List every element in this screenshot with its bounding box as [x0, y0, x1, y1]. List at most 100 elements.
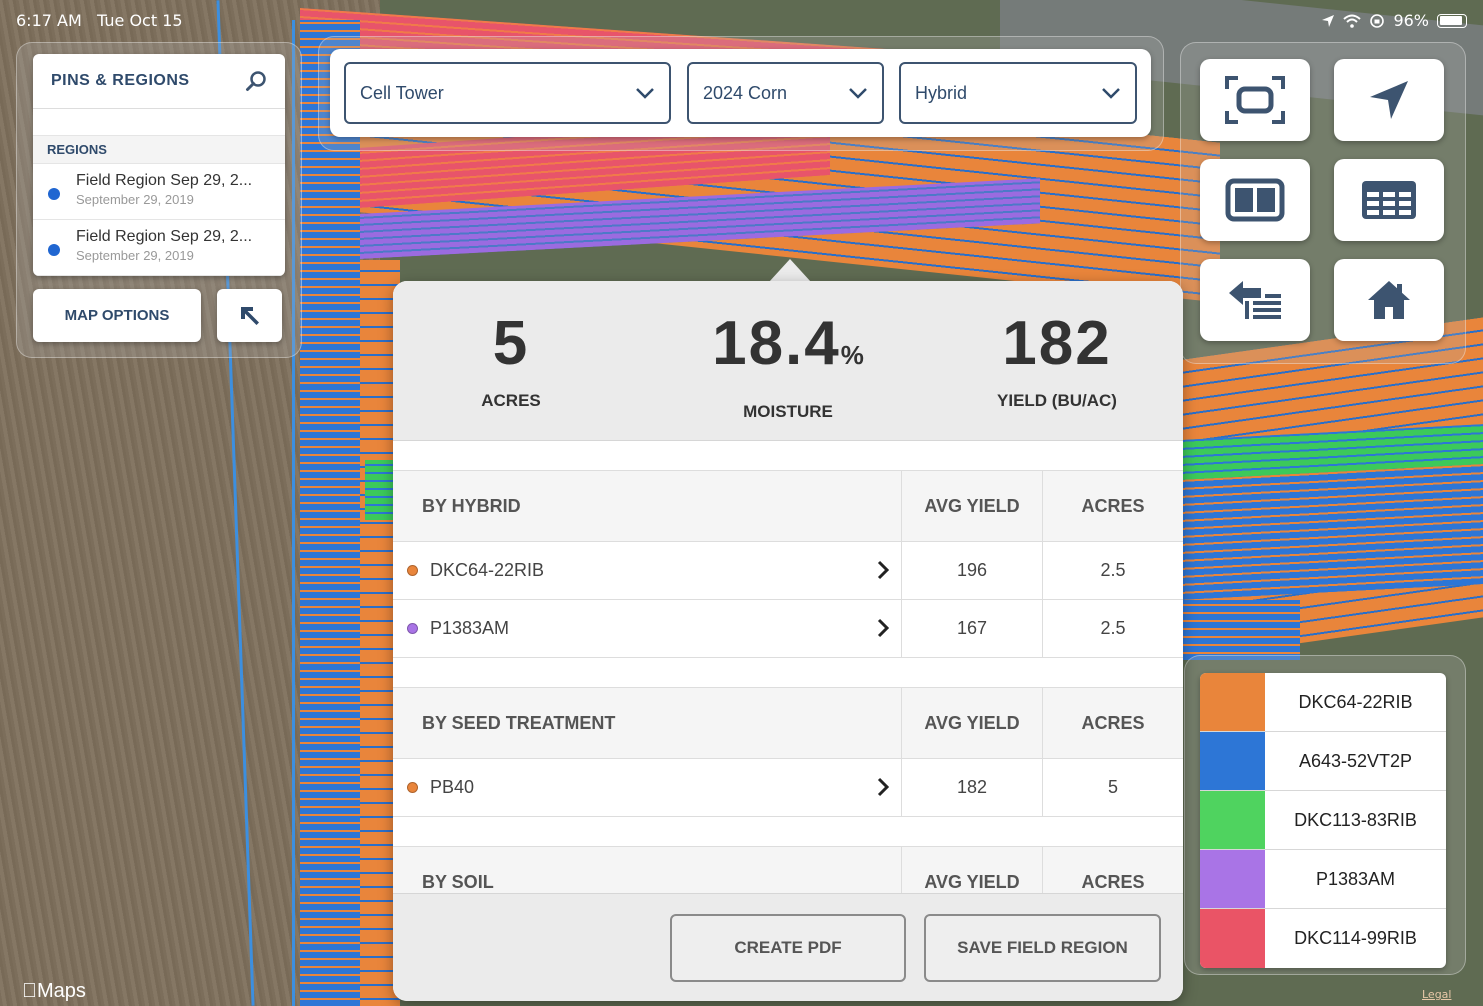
collapse-panel-button[interactable]	[217, 289, 282, 342]
by-hybrid-header: BY HYBRID	[393, 471, 902, 541]
home-button[interactable]	[1334, 259, 1444, 341]
moisture-value: 18.4%	[712, 309, 864, 378]
arrow-up-left-icon	[240, 306, 259, 325]
legend-label: DKC114-99RIB	[1294, 928, 1417, 948]
layer-select-value: Hybrid	[915, 82, 968, 103]
split-view-icon	[1225, 178, 1285, 222]
avg-yield-header: AVG YIELD	[902, 471, 1043, 541]
legal-link[interactable]: Legal	[1422, 988, 1451, 1001]
create-pdf-button[interactable]: CREATE PDF	[670, 914, 906, 982]
by-seed-treatment-header: BY SEED TREATMENT	[393, 688, 902, 758]
battery-percent: 96%	[1393, 11, 1429, 30]
legend-row: A643-52VT2P	[1200, 732, 1446, 791]
field-select-value: Cell Tower	[360, 82, 444, 103]
legend-label: A643-52VT2P	[1298, 750, 1413, 771]
filter-bar: Cell Tower 2024 Corn Hybrid	[330, 49, 1151, 137]
rotation-lock-icon	[1370, 13, 1385, 28]
pins-list-empty	[33, 109, 285, 136]
navigation-arrow-icon	[1370, 81, 1408, 119]
acres-cell: 5	[1107, 777, 1118, 797]
legend-label: DKC64-22RIB	[1298, 691, 1413, 712]
location-icon	[1322, 14, 1335, 27]
apple-icon: 	[22, 980, 37, 1002]
save-field-region-button[interactable]: SAVE FIELD REGION	[924, 914, 1161, 982]
region-date: September 29, 2019	[76, 192, 194, 207]
hybrid-name: P1383AM	[430, 618, 510, 638]
summary-stats: 5 ACRES 18.4% MOISTURE 182 YIELD (BU/AC)	[393, 281, 1183, 441]
table-header: BY SEED TREATMENT AVG YIELD ACRES	[393, 688, 1183, 759]
moisture-label: MOISTURE	[743, 402, 833, 421]
map-options-button[interactable]: MAP OPTIONS	[33, 289, 201, 342]
table-view-button[interactable]	[1334, 159, 1444, 241]
seed-treatment-name-cell: PB40	[393, 759, 902, 816]
yield-value: 182	[1002, 309, 1112, 378]
table-row[interactable]: P1383AM 167 2.5	[393, 600, 1183, 658]
acres-cell: 2.5	[1100, 618, 1126, 638]
table-row[interactable]: PB40 182 5	[393, 759, 1183, 817]
hybrid-name-cell: P1383AM	[393, 600, 902, 657]
moisture-stat: 18.4% MOISTURE	[658, 311, 918, 422]
region-summary-popover: 5 ACRES 18.4% MOISTURE 182 YIELD (BU/AC)…	[393, 281, 1183, 1001]
acres-header: ACRES	[1081, 871, 1145, 892]
breakdown-tables[interactable]: BY HYBRID AVG YIELD ACRES DKC64-22RIB 19…	[393, 441, 1183, 893]
layer-select[interactable]: Hybrid	[899, 62, 1137, 124]
zoom-to-fit-button[interactable]	[1200, 59, 1310, 141]
table-icon	[1362, 181, 1416, 219]
table-header: BY SOIL AVG YIELD ACRES	[393, 847, 1183, 893]
avg-yield-cell: 196	[902, 542, 1043, 599]
hybrid-legend: DKC64-22RIB A643-52VT2P DKC113-83RIB P13…	[1200, 673, 1446, 968]
chevron-down-icon	[1102, 88, 1120, 99]
chevron-right-icon	[877, 618, 889, 638]
field-overlay	[300, 20, 360, 1006]
legend-label: DKC113-83RIB	[1294, 809, 1417, 830]
switch-layer-button[interactable]	[1200, 259, 1310, 341]
field-overlay	[1180, 600, 1300, 660]
region-dot-icon	[48, 188, 60, 200]
region-list-item[interactable]: Field Region Sep 29, 2... September 29, …	[33, 164, 285, 220]
pins-regions-card: PINS & REGIONS REGIONS Field Region Sep …	[33, 54, 285, 276]
table-row[interactable]: DKC64-22RIB 196 2.5	[393, 542, 1183, 600]
region-list-item[interactable]: Field Region Sep 29, 2... September 29, …	[33, 220, 285, 276]
hybrid-name: DKC64-22RIB	[430, 560, 545, 580]
acres-stat: 5 ACRES	[393, 311, 641, 411]
avg-yield-header: AVG YIELD	[902, 847, 1043, 893]
home-icon	[1368, 281, 1410, 319]
field-select[interactable]: Cell Tower	[344, 62, 671, 124]
popover-footer: CREATE PDF SAVE FIELD REGION	[393, 893, 1183, 1001]
legend-swatch	[1200, 673, 1265, 731]
split-view-button[interactable]	[1200, 159, 1310, 241]
acres-value: 5	[492, 309, 530, 378]
by-soil-header: BY SOIL	[393, 847, 902, 893]
search-icon[interactable]	[245, 70, 267, 92]
legend-row: P1383AM	[1200, 850, 1446, 909]
legend-row: DKC113-83RIB	[1200, 791, 1446, 850]
seed-treatment-name: PB40	[430, 777, 475, 797]
section-spacer	[393, 817, 1183, 847]
avg-yield-cell: 182	[902, 759, 1043, 816]
section-spacer	[393, 441, 1183, 471]
hybrid-name-cell: DKC64-22RIB	[393, 542, 902, 599]
legend-swatch	[1200, 732, 1265, 790]
focus-frame-icon	[1225, 76, 1285, 124]
acres-header: ACRES	[1081, 712, 1145, 733]
yield-label: YIELD (BU/AC)	[997, 391, 1117, 410]
acres-header: ACRES	[1081, 495, 1145, 516]
maps-logo: Maps	[22, 980, 86, 1002]
legend-row: DKC64-22RIB	[1200, 673, 1446, 732]
pins-regions-title: PINS & REGIONS	[51, 72, 190, 89]
chevron-right-icon	[877, 777, 889, 797]
status-bar: 6:17 AM Tue Oct 15 96%	[0, 0, 1483, 40]
battery-icon	[1437, 13, 1467, 28]
legend-swatch	[1200, 791, 1265, 849]
chevron-right-icon	[877, 560, 889, 580]
section-spacer	[393, 658, 1183, 688]
hybrid-color-dot	[407, 623, 418, 634]
acres-label: ACRES	[481, 391, 541, 410]
seed-treatment-color-dot	[407, 782, 418, 793]
status-time: 6:17 AM Tue Oct 15	[16, 11, 183, 30]
season-select[interactable]: 2024 Corn	[687, 62, 884, 124]
region-dot-icon	[48, 244, 60, 256]
legend-row: DKC114-99RIB	[1200, 909, 1446, 968]
table-header: BY HYBRID AVG YIELD ACRES	[393, 471, 1183, 542]
my-location-button[interactable]	[1334, 59, 1444, 141]
